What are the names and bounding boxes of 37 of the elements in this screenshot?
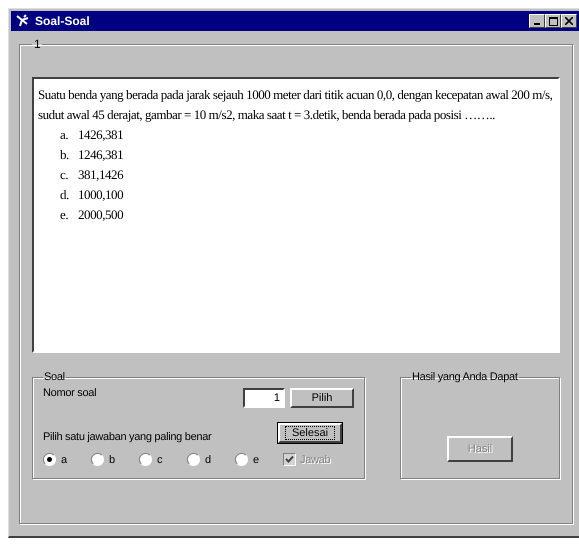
window-title: Soal-Soal — [35, 14, 91, 28]
jawab-label: Jawab — [300, 454, 330, 466]
option-letter: a. — [60, 126, 70, 144]
question-text: Suatu benda yang berada pada jarak sejauh 1000 meter dari titik acuan 0,0, dengan kecepatan awal 200 m/s, sudut awal 45 derajat, gambar = 10 m/s2, maka saat t = 3.detik, benda berada pada posisi …….. — [38, 86, 554, 124]
radio-label: d — [205, 454, 211, 466]
option-letter: b. — [60, 146, 70, 164]
instruction-text: Pilih satu jawaban yang paling benar — [43, 430, 212, 443]
close-icon — [565, 17, 573, 25]
option-text: 2000,500 — [78, 206, 124, 224]
option-text: 381,1426 — [78, 166, 124, 184]
group-title: Soal — [43, 371, 66, 383]
close-button[interactable] — [561, 14, 577, 28]
maximize-button[interactable] — [545, 14, 561, 28]
radio-label: c — [157, 454, 162, 466]
radio-button[interactable] — [43, 453, 56, 466]
option-letter: d. — [60, 186, 70, 204]
minimize-button[interactable] — [529, 14, 545, 28]
group-title: Hasil yang Anda Dapat — [411, 371, 519, 383]
radio-button[interactable] — [91, 453, 104, 466]
frame-title: 1 — [33, 37, 42, 51]
option-text: 1000,100 — [78, 186, 124, 204]
radio-label: e — [253, 454, 259, 466]
maximize-icon — [548, 16, 558, 26]
nomor-field[interactable]: 1 — [243, 388, 285, 408]
radio-button[interactable] — [187, 453, 200, 466]
figure-icon — [15, 14, 31, 28]
option-letter: c. — [60, 166, 70, 184]
radio-button[interactable] — [139, 453, 152, 466]
nomor-label: Nomor soal — [43, 387, 98, 399]
radio-button[interactable] — [235, 453, 248, 466]
option-text: 1246,381 — [78, 146, 124, 164]
selesai-button[interactable]: Selesai — [278, 423, 342, 443]
pilih-button[interactable]: Pilih — [290, 388, 354, 408]
radio-label: a — [61, 454, 67, 466]
option-text: 1426,381 — [78, 126, 124, 144]
option-letter: e. — [60, 206, 70, 224]
radio-label: b — [109, 454, 115, 466]
